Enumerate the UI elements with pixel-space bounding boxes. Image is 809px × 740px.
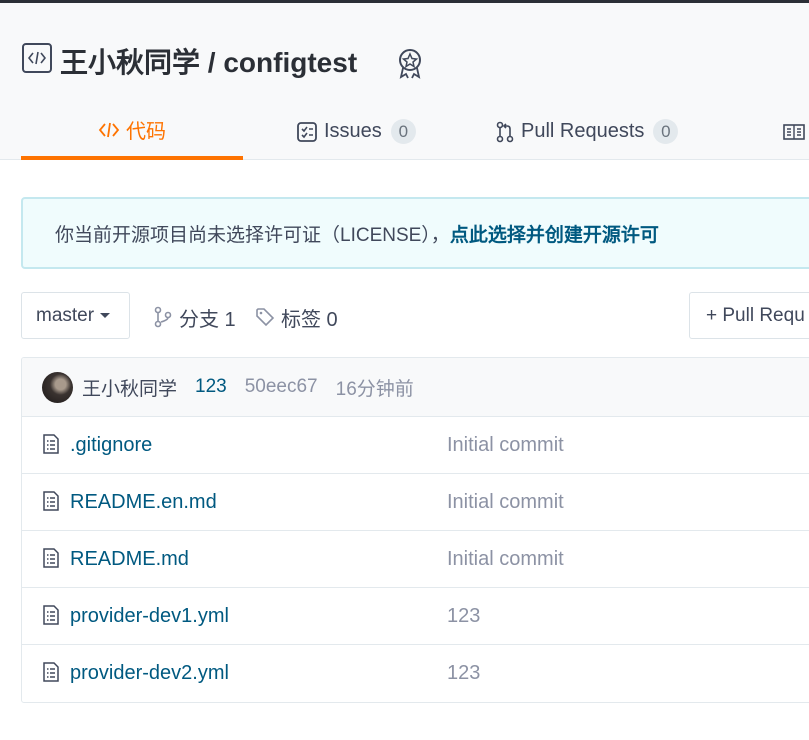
table-row: provider-dev2.yml 123	[22, 645, 809, 702]
branches-label: 分支 1	[179, 308, 236, 331]
file-commit-link[interactable]: 123	[447, 605, 480, 628]
repo-header: 王小秋同学 / configtest 代码 Issues 0 Pull Requ…	[0, 3, 809, 160]
table-row: provider-dev1.yml 123	[22, 588, 809, 645]
new-pull-request-button[interactable]: + Pull Requ	[689, 292, 809, 339]
code-repo-icon	[22, 43, 52, 73]
file-name-link[interactable]: provider-dev2.yml	[70, 662, 229, 685]
file-name-link[interactable]: README.en.md	[70, 491, 217, 514]
table-row: .gitignore Initial commit	[22, 417, 809, 474]
repo-name-link[interactable]: configtest	[223, 47, 357, 78]
pull-request-icon	[495, 121, 515, 143]
commit-time: 16分钟前	[335, 378, 414, 400]
award-badge-icon[interactable]	[395, 47, 425, 84]
tab-code[interactable]: 代码	[21, 103, 243, 160]
tags-link[interactable]: 标签 0	[255, 302, 338, 332]
file-icon	[42, 548, 60, 574]
pull-requests-count-badge: 0	[653, 119, 679, 144]
tab-issues-label: Issues	[324, 120, 382, 142]
avatar[interactable]	[42, 371, 73, 403]
table-row: README.en.md Initial commit	[22, 474, 809, 531]
file-commit-link[interactable]: 123	[447, 662, 480, 685]
file-name-link[interactable]: README.md	[70, 548, 189, 571]
file-commit-link[interactable]: Initial commit	[447, 548, 564, 571]
repo-owner-link[interactable]: 王小秋同学	[60, 47, 200, 78]
tags-label: 标签 0	[281, 308, 338, 331]
branches-link[interactable]: 分支 1	[153, 302, 236, 332]
commit-message-link[interactable]: 123	[195, 376, 227, 398]
table-row: README.md Initial commit	[22, 531, 809, 588]
caret-down-icon	[100, 313, 111, 318]
issues-icon	[296, 121, 318, 143]
file-icon	[42, 605, 60, 631]
branch-select-label: master	[36, 304, 95, 326]
repo-separator: /	[200, 47, 224, 78]
file-icon	[42, 662, 60, 688]
file-name-link[interactable]: .gitignore	[70, 434, 152, 457]
license-notice: 你当前开源项目尚未选择许可证（LICENSE）， 点此选择并创建开源许可	[21, 197, 809, 269]
create-license-link[interactable]: 点此选择并创建开源许可	[450, 220, 659, 247]
file-name-link[interactable]: provider-dev1.yml	[70, 605, 229, 628]
tab-wiki[interactable]	[783, 103, 809, 160]
file-icon	[42, 434, 60, 460]
file-list: 王小秋同学 123 50eec67 16分钟前 .gitignore Initi…	[21, 357, 809, 703]
latest-commit-row: 王小秋同学 123 50eec67 16分钟前	[22, 358, 809, 417]
repo-title: 王小秋同学 / configtest	[60, 41, 357, 81]
tab-pull-requests-label: Pull Requests	[521, 120, 645, 142]
code-icon	[98, 121, 120, 139]
wiki-icon	[783, 123, 805, 141]
tab-code-label: 代码	[126, 121, 166, 143]
file-commit-link[interactable]: Initial commit	[447, 434, 564, 457]
file-icon	[42, 491, 60, 517]
branch-icon	[154, 306, 172, 328]
commit-author-link[interactable]: 王小秋同学	[82, 374, 177, 401]
file-commit-link[interactable]: Initial commit	[447, 491, 564, 514]
issues-count-badge: 0	[390, 119, 416, 144]
tab-issues[interactable]: Issues 0	[296, 103, 416, 160]
branch-select[interactable]: master	[21, 292, 130, 339]
commit-hash-link[interactable]: 50eec67	[245, 376, 318, 398]
tab-pull-requests[interactable]: Pull Requests 0	[495, 103, 685, 160]
license-notice-text: 你当前开源项目尚未选择许可证（LICENSE），	[55, 224, 450, 246]
tag-icon	[256, 308, 275, 327]
